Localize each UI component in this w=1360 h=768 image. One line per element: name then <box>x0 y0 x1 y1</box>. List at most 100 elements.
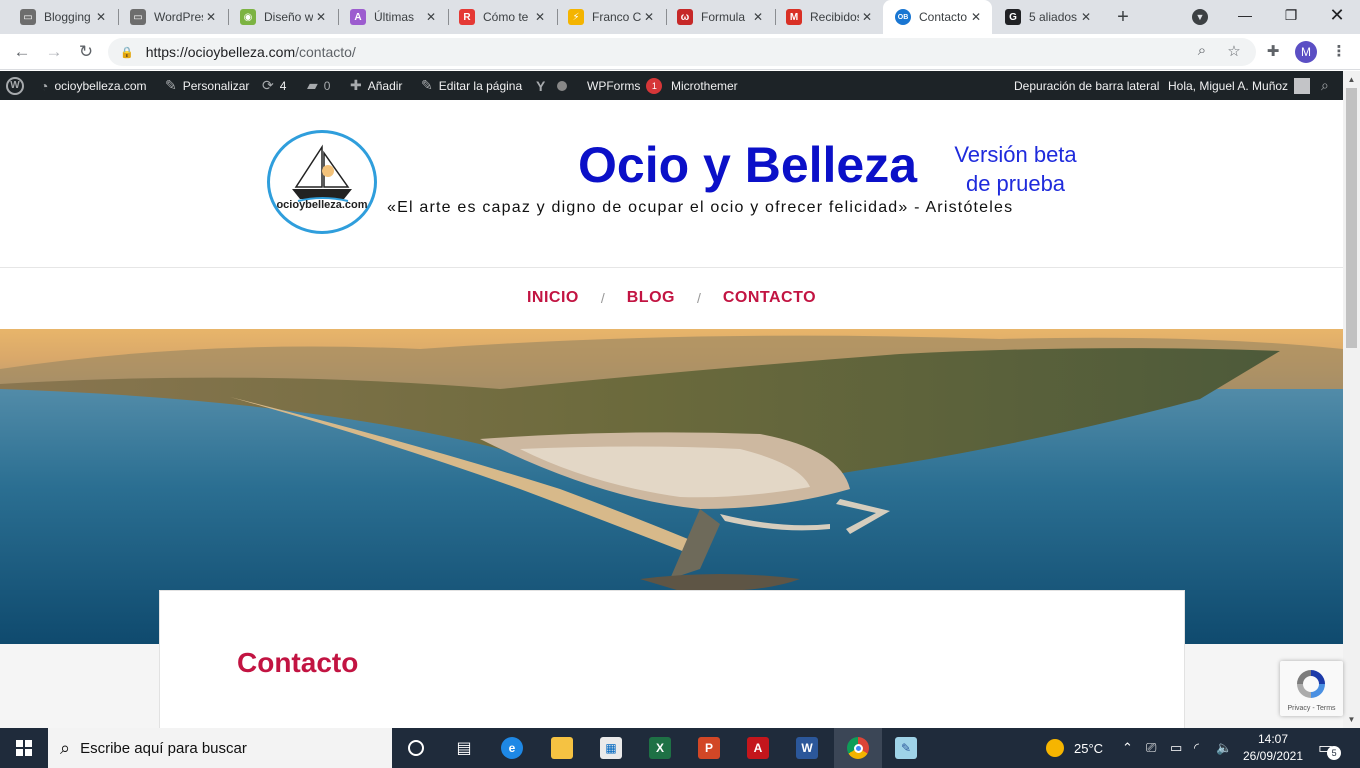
back-button[interactable]: ← <box>8 38 36 66</box>
menu-item-contacto[interactable]: CONTACTO <box>723 289 816 307</box>
scroll-down-arrow-icon[interactable]: ▼ <box>1343 711 1360 728</box>
scrollbar-thumb[interactable] <box>1346 88 1357 348</box>
taskbar-notepad[interactable]: ✎ <box>882 728 930 768</box>
sun-icon <box>1046 739 1064 757</box>
taskbar-store[interactable]: ▦ <box>587 728 635 768</box>
tab-close-icon[interactable]: ✕ <box>1078 9 1094 25</box>
primary-menu: INICIO / BLOG / CONTACTO <box>0 267 1343 329</box>
admin-wpforms[interactable]: WPForms 1 <box>587 71 663 100</box>
bookmark-star-icon[interactable]: ☆ <box>1222 42 1246 62</box>
tab-close-icon[interactable]: ✕ <box>641 9 657 25</box>
address-bar[interactable]: 🔒 https://ocioybelleza.com/contacto/ ⌕ ☆ <box>108 38 1256 66</box>
taskbar-explorer[interactable] <box>538 728 586 768</box>
wp-logo-menu[interactable]: W <box>6 71 24 100</box>
admin-search[interactable]: ⌕ <box>1321 71 1329 100</box>
tab-search-icon[interactable]: ▼ <box>1192 9 1208 25</box>
minimize-button[interactable]: — <box>1222 0 1268 30</box>
admin-updates[interactable]: ⟳ 4 <box>262 71 286 100</box>
wifi-icon[interactable]: ◜ <box>1194 728 1199 768</box>
notification-center-button[interactable]: ▭ 5 <box>1318 728 1342 768</box>
reload-button[interactable]: ↻ <box>72 38 100 66</box>
admin-add-new[interactable]: ✚ Añadir <box>350 71 402 100</box>
wpforms-count-badge: 1 <box>646 77 663 94</box>
browser-tab[interactable]: ▭ WordPress✕ <box>118 0 227 34</box>
browser-tab[interactable]: A Últimas ✕ <box>338 0 447 34</box>
tab-close-icon[interactable]: ✕ <box>859 9 875 25</box>
admin-yoast[interactable]: Y <box>536 71 568 100</box>
admin-microthemer[interactable]: Microthemer <box>671 71 738 100</box>
taskbar-powerpoint[interactable]: P <box>685 728 733 768</box>
taskbar-edge[interactable]: e <box>488 728 536 768</box>
add-new-label: Añadir <box>367 78 403 93</box>
battery-icon[interactable]: ▭ <box>1170 728 1182 768</box>
recaptcha-links[interactable]: Privacy - Terms <box>1280 705 1343 712</box>
beta-line-2: de prueba <box>965 171 1066 196</box>
search-icon: ⌕ <box>60 737 71 758</box>
taskbar-search[interactable]: ⌕ Escribe aquí para buscar <box>48 728 392 768</box>
edge-icon: e <box>501 737 523 759</box>
new-tab-button[interactable]: + <box>1110 6 1136 28</box>
tab-close-icon[interactable]: ✕ <box>313 9 329 25</box>
tab-close-icon[interactable]: ✕ <box>532 9 548 25</box>
tab-close-icon[interactable]: ✕ <box>203 9 219 25</box>
admin-comments[interactable]: ▰ 0 <box>307 71 330 100</box>
browser-tab[interactable]: R Cómo te ✕ <box>447 0 556 34</box>
browser-tab[interactable]: ◉ Diseño web✕ <box>228 0 337 34</box>
tab-title: WordPress <box>154 10 203 24</box>
ob-icon: OB <box>895 9 911 25</box>
admin-account[interactable]: Hola, Miguel A. Muñoz <box>1168 71 1311 100</box>
close-window-button[interactable]: ✕ <box>1314 0 1360 30</box>
taskbar-excel[interactable]: X <box>636 728 684 768</box>
start-button[interactable] <box>0 728 48 768</box>
admin-sidebar-debug[interactable]: Depuración de barra lateral <box>1014 71 1159 100</box>
weather-widget[interactable]: 25°C <box>1046 728 1103 768</box>
weather-temp: 25°C <box>1074 740 1104 756</box>
browser-tab[interactable]: ω Formula ✕ <box>665 0 774 34</box>
site-logo[interactable]: ocioybelleza.com <box>267 130 377 234</box>
menu-separator: / <box>600 290 605 306</box>
task-view-button[interactable]: ▤ <box>440 728 488 768</box>
document-icon: ▭ <box>130 9 146 25</box>
forward-button[interactable]: → <box>40 38 68 66</box>
wordpress-logo-icon: W <box>6 76 24 95</box>
extensions-puzzle-icon[interactable]: ✚ <box>1262 42 1284 62</box>
beta-notice: Versión beta de prueba <box>943 140 1088 198</box>
admin-customize[interactable]: ✎ Personalizar <box>165 71 249 100</box>
zoom-icon[interactable]: ⌕ <box>1190 42 1214 62</box>
browser-tab[interactable]: M Recibidos ✕ <box>774 0 883 34</box>
recaptcha-badge[interactable]: Privacy - Terms <box>1280 661 1343 716</box>
volume-icon[interactable]: 🔈 <box>1216 728 1232 768</box>
tab-close-icon[interactable]: ✕ <box>423 9 439 25</box>
tab-close-icon[interactable]: ✕ <box>968 9 984 25</box>
url-host: https://ocioybelleza.com <box>145 44 296 60</box>
page-scrollbar[interactable]: ▲ ▼ <box>1343 71 1360 728</box>
restore-button[interactable]: ❐ <box>1268 0 1314 30</box>
menu-item-inicio[interactable]: INICIO <box>527 289 579 307</box>
letter-a-icon: A <box>350 9 366 25</box>
meet-now-icon[interactable]: ⎚ <box>1146 728 1156 768</box>
letter-r-icon: R <box>459 9 475 25</box>
taskbar-chrome[interactable] <box>834 728 882 768</box>
profile-avatar[interactable]: M <box>1295 41 1317 63</box>
browser-tab[interactable]: G 5 aliados ✕ <box>993 0 1102 34</box>
cortana-button[interactable] <box>392 728 440 768</box>
tray-overflow-chevron-icon[interactable]: ⌃ <box>1122 728 1133 768</box>
tab-close-icon[interactable]: ✕ <box>750 9 766 25</box>
site-title[interactable]: Ocio y Belleza <box>578 136 917 194</box>
browser-tab[interactable]: OB Contacto ✕ <box>883 0 992 34</box>
menu-kebab-icon[interactable]: ⋮ <box>1328 42 1350 62</box>
system-clock[interactable]: 14:07 26/09/2021 <box>1240 731 1306 765</box>
word-icon: W <box>796 737 818 759</box>
taskbar-word[interactable]: W <box>783 728 831 768</box>
admin-site-name[interactable]: ◔ ocioybelleza.com <box>40 71 147 100</box>
tab-close-icon[interactable]: ✕ <box>93 9 109 25</box>
chrome-center-icon <box>853 743 863 753</box>
clock-date: 26/09/2021 <box>1242 749 1304 763</box>
admin-edit-page[interactable]: ✎ Editar la página <box>421 71 522 100</box>
menu-item-blog[interactable]: BLOG <box>627 289 675 307</box>
taskbar-acrobat[interactable]: A <box>734 728 782 768</box>
cortana-circle-icon <box>408 740 424 756</box>
scroll-up-arrow-icon[interactable]: ▲ <box>1343 71 1360 88</box>
browser-tab[interactable]: ⚡ Franco C ✕ <box>556 0 665 34</box>
browser-tab[interactable]: ▭ Blogging ✕ <box>8 0 117 34</box>
